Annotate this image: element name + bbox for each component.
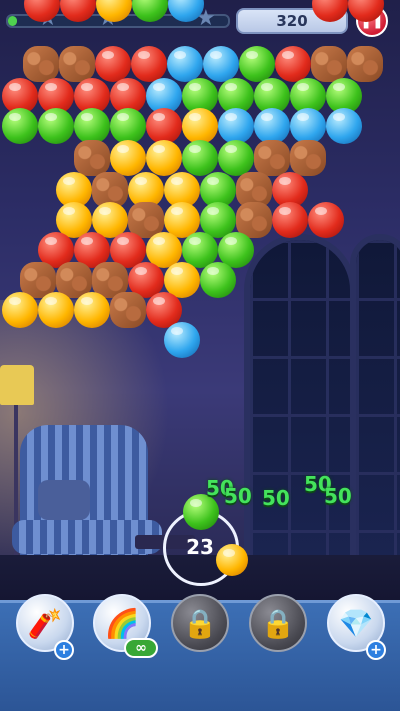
red-bubble: [95, 46, 131, 82]
rock-block: [74, 140, 110, 176]
rock-block: [23, 46, 59, 82]
rainbow-infinite-badge: ∞: [124, 638, 158, 658]
red-bubble: [272, 202, 308, 238]
green-bubble: [2, 108, 38, 144]
blue-bubble: [326, 108, 362, 144]
score-popup: 50: [262, 486, 290, 510]
yellow-bubble: [182, 108, 218, 144]
blue-bubble: [164, 322, 200, 358]
yellow-bubble: [110, 140, 146, 176]
buy-dynamite-badge[interactable]: +: [54, 640, 74, 660]
buy-gem-badge[interactable]: +: [366, 640, 386, 660]
green-bubble: [74, 108, 110, 144]
red-bubble: [275, 46, 311, 82]
score-popup: 50: [224, 484, 252, 508]
blue-bubble: [167, 46, 203, 82]
red-bubble: [308, 202, 344, 238]
green-bubble: [182, 140, 218, 176]
rock-block: [254, 140, 290, 176]
next-bubble[interactable]: [216, 544, 248, 576]
score-popup: 50: [324, 484, 352, 508]
arched-window: [244, 234, 356, 564]
blue-bubble: [254, 108, 290, 144]
blue-bubble: [203, 46, 239, 82]
yellow-bubble: [2, 292, 38, 328]
green-bubble: [38, 108, 74, 144]
rock-block: [347, 46, 383, 82]
blue-bubble: [218, 108, 254, 144]
lock-icon: 🔒: [182, 607, 218, 640]
yellow-bubble: [38, 292, 74, 328]
green-bubble: [110, 108, 146, 144]
booster-locked-1[interactable]: 🔒: [171, 594, 229, 652]
red-bubble: [131, 46, 167, 82]
green-bubble: [200, 262, 236, 298]
rock-block: [59, 46, 95, 82]
rock-block: [290, 140, 326, 176]
yellow-bubble: [74, 292, 110, 328]
blue-bubble: [290, 108, 326, 144]
lock-icon: 🔒: [260, 607, 296, 640]
green-bubble: [239, 46, 275, 82]
floor-lamp-shade: [0, 365, 34, 405]
moves-left-counter: 23: [186, 535, 214, 559]
rock-block: [311, 46, 347, 82]
armchair-pillow: [38, 480, 90, 520]
green-bubble: [218, 140, 254, 176]
level-progress-fill: [8, 16, 17, 26]
red-bubble: [146, 108, 182, 144]
booster-locked-2[interactable]: 🔒: [249, 594, 307, 652]
yellow-bubble: [146, 140, 182, 176]
arched-window-right: [350, 234, 400, 564]
rock-block: [110, 292, 146, 328]
